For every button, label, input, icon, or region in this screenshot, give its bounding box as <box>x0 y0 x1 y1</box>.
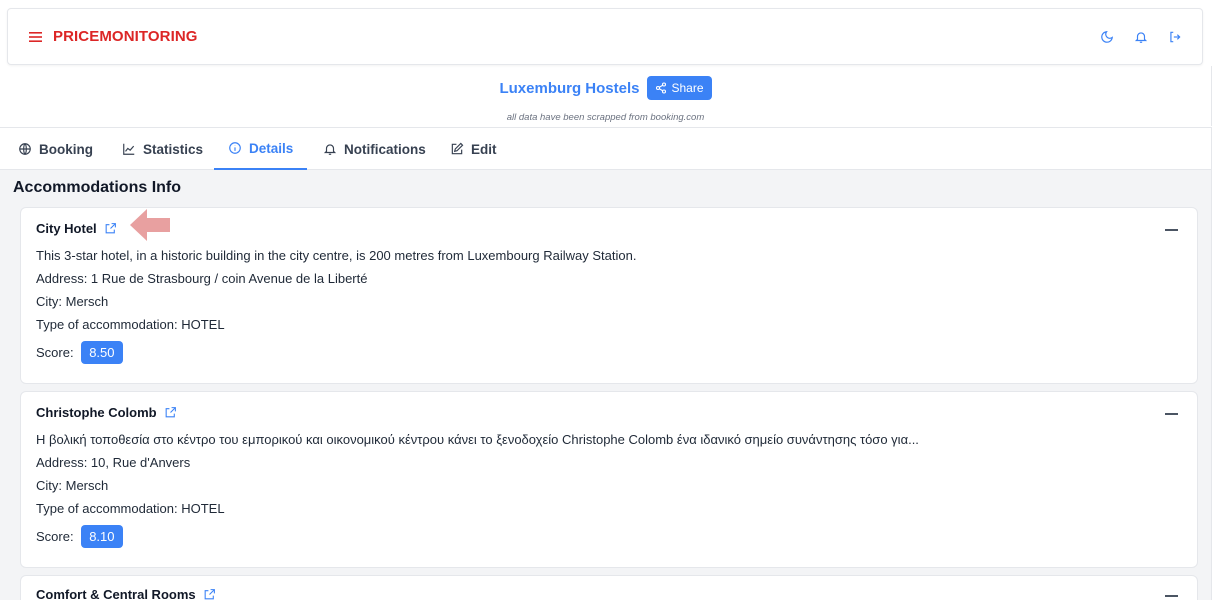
tab-details[interactable]: Details <box>214 128 308 170</box>
tab-label: Notifications <box>344 141 426 157</box>
external-link-icon[interactable] <box>164 406 177 419</box>
page-title: Luxemburg Hostels <box>499 79 640 97</box>
tab-statistics[interactable]: Statistics <box>122 128 203 170</box>
annotation-arrow-icon <box>130 209 170 241</box>
tab-notifications[interactable]: Notifications <box>323 128 426 170</box>
edit-icon <box>451 142 464 155</box>
tab-label: Edit <box>471 141 497 157</box>
moon-icon[interactable] <box>1090 26 1124 48</box>
accommodation-card: Comfort & Central Rooms <box>20 575 1198 600</box>
score-row: Score: 8.50 <box>36 341 123 364</box>
accommodation-name[interactable]: City Hotel <box>36 221 97 236</box>
share-label: Share <box>671 81 704 95</box>
external-link-icon[interactable] <box>104 222 117 235</box>
accommodation-description: Η βολική τοποθεσία στο κέντρο του εμπορι… <box>36 432 919 447</box>
tab-booking[interactable]: Booking <box>18 128 93 170</box>
tab-label: Details <box>249 140 294 156</box>
external-link-icon[interactable] <box>203 588 216 600</box>
info-icon <box>229 142 241 154</box>
score-badge: 8.50 <box>81 341 123 364</box>
accommodation-description: This 3-star hotel, in a historic buildin… <box>36 248 637 263</box>
accommodation-type: Type of accommodation: HOTEL <box>36 501 225 516</box>
score-row: Score: 8.10 <box>36 525 123 548</box>
collapse-icon[interactable] <box>1165 229 1178 231</box>
score-label: Score: <box>36 345 74 360</box>
accommodation-address: Address: 1 Rue de Strasbourg / coin Aven… <box>36 271 368 286</box>
data-source-note: all data have been scrapped from booking… <box>506 112 705 123</box>
tab-label: Statistics <box>143 141 204 157</box>
brand-logo[interactable]: PRICEMONITORING <box>53 28 198 45</box>
menu-icon[interactable] <box>28 28 44 46</box>
accommodation-type: Type of accommodation: HOTEL <box>36 317 225 332</box>
tab-edit[interactable]: Edit <box>450 128 497 170</box>
page-header: Luxemburg Hostels Share all data have be… <box>0 66 1212 126</box>
bell-icon[interactable] <box>1124 26 1158 48</box>
accommodation-card: Christophe Colomb Η βολική τοποθεσία στο… <box>20 391 1198 568</box>
accommodation-name[interactable]: Comfort & Central Rooms <box>36 587 196 600</box>
share-icon <box>655 82 666 94</box>
tab-label: Booking <box>39 141 93 157</box>
top-navbar: PRICEMONITORING <box>7 8 1203 65</box>
tab-bar: Booking Statistics Details Notifications… <box>0 127 1212 170</box>
accommodation-city: City: Mersch <box>36 294 109 309</box>
card-title: City Hotel <box>36 221 117 236</box>
logout-icon[interactable] <box>1158 26 1192 48</box>
collapse-icon[interactable] <box>1165 413 1178 415</box>
collapse-icon[interactable] <box>1165 595 1178 597</box>
accommodation-name[interactable]: Christophe Colomb <box>36 405 157 420</box>
section-title: Accommodations Info <box>13 179 182 196</box>
card-title: Christophe Colomb <box>36 405 177 420</box>
bell-icon <box>323 144 337 155</box>
chart-line-icon <box>123 143 135 155</box>
accommodation-card: City Hotel This 3-star hotel, in a histo… <box>20 207 1198 384</box>
accommodation-address: Address: 10, Rue d'Anvers <box>36 455 191 470</box>
card-title: Comfort & Central Rooms <box>36 587 216 600</box>
score-label: Score: <box>36 529 74 544</box>
accommodation-city: City: Mersch <box>36 478 109 493</box>
score-badge: 8.10 <box>81 525 123 548</box>
share-button[interactable]: Share <box>646 76 712 100</box>
globe-icon <box>19 143 31 155</box>
